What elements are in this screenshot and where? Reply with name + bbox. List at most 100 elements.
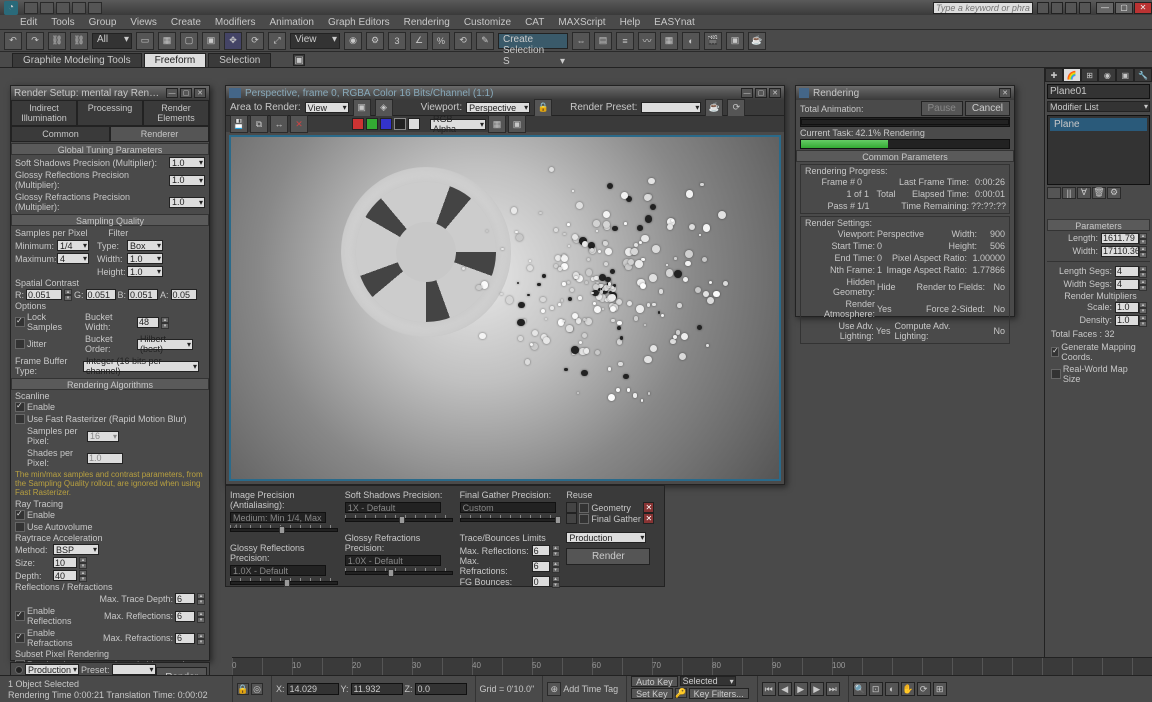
menu-modifiers[interactable]: Modifiers	[215, 17, 256, 28]
menu-animation[interactable]: Animation	[269, 17, 313, 28]
g-spin[interactable]: 0.051	[86, 289, 116, 300]
qat-btn[interactable]	[72, 2, 86, 14]
tab-display[interactable]: ▣	[1116, 68, 1134, 82]
info-icon[interactable]	[1037, 2, 1049, 14]
spinner-icon[interactable]: ▴▾	[79, 557, 87, 568]
dialog-titlebar[interactable]: Perspective, frame 0, RGBA Color 16 Bits…	[226, 86, 784, 100]
b-spin[interactable]: 0.051	[128, 289, 158, 300]
config-icon[interactable]: ⚙	[1107, 187, 1121, 199]
mrefl-spin[interactable]: 6	[532, 545, 550, 556]
unique-icon[interactable]: ∀	[1077, 187, 1091, 199]
close-icon[interactable]: ✕	[194, 88, 206, 98]
clear-icon[interactable]: ✕	[290, 115, 308, 133]
selection-filter[interactable]: All	[92, 33, 132, 49]
z-input[interactable]	[415, 683, 467, 695]
nav-zoom-icon[interactable]: 🔍	[853, 682, 867, 696]
menu-maxscript[interactable]: MAXScript	[558, 17, 605, 28]
pause-button[interactable]: Pause	[921, 101, 963, 116]
menu-easynat[interactable]: EASYnat	[654, 17, 695, 28]
render-iter-icon[interactable]: ⟳	[727, 99, 745, 117]
gf-slider[interactable]	[345, 568, 453, 578]
ip-slider[interactable]	[230, 525, 338, 535]
density-spin[interactable]: 1.0	[1115, 315, 1139, 326]
enable-rt-chk[interactable]	[15, 510, 25, 520]
render-prod-icon[interactable]: ☕	[705, 99, 723, 117]
ribbon-tab-graphite[interactable]: Graphite Modeling Tools	[12, 53, 142, 67]
mode-drop[interactable]: Production	[566, 532, 646, 543]
rollout-algo[interactable]: Rendering Algorithms	[11, 378, 209, 390]
preset-drop[interactable]	[641, 102, 701, 113]
help-icon[interactable]	[1079, 2, 1091, 14]
render-setup-icon[interactable]: 🎬	[704, 32, 722, 50]
min-drop[interactable]: 1/4	[57, 240, 89, 251]
mono-channel[interactable]	[408, 118, 420, 130]
region-icon[interactable]: ▣	[353, 99, 371, 117]
select-icon[interactable]: ▭	[136, 32, 154, 50]
mat-ed-icon[interactable]: ◐	[682, 32, 700, 50]
named-sel-dropdown[interactable]: Create Selection S	[498, 33, 568, 49]
gmc-chk[interactable]	[1051, 347, 1059, 357]
snap-icon[interactable]: 3	[388, 32, 406, 50]
ref-coord-dropdown[interactable]: View	[290, 33, 340, 49]
tab-processing[interactable]: Processing	[77, 100, 143, 126]
menu-rendering[interactable]: Rendering	[404, 17, 450, 28]
shpp-spin[interactable]: 1.0	[87, 453, 123, 464]
show-result-icon[interactable]: ||	[1062, 187, 1076, 199]
curve-ed-icon[interactable]: 〰	[638, 32, 656, 50]
area-drop[interactable]: View	[305, 102, 349, 113]
remove-mod-icon[interactable]: 🗑	[1092, 187, 1106, 199]
fgb-spin[interactable]: 0	[532, 576, 550, 587]
time-tag-icon[interactable]: ⊕	[547, 682, 561, 696]
close-btn[interactable]: ✕	[1134, 2, 1152, 14]
spinner-icon[interactable]: ▴▾	[64, 289, 72, 300]
tab-common[interactable]: Common	[11, 126, 110, 142]
red-channel[interactable]	[352, 118, 364, 130]
enrefl-chk[interactable]	[15, 611, 25, 621]
maxrefr-spin[interactable]: 6	[175, 633, 195, 644]
lock-icon[interactable]	[566, 502, 577, 513]
minimize-icon[interactable]: —	[741, 88, 753, 98]
preset-drop[interactable]	[112, 664, 156, 675]
channel-drop[interactable]: RGB Alpha	[430, 119, 486, 130]
unlink-icon[interactable]: ⛓	[70, 32, 88, 50]
height-drop[interactable]: 1.0	[127, 266, 163, 277]
tab-create[interactable]: ✚	[1045, 68, 1063, 82]
rect-select-icon[interactable]: ▢	[180, 32, 198, 50]
save-icon[interactable]: 💾	[230, 115, 248, 133]
minimize-btn[interactable]: —	[1096, 2, 1114, 14]
menu-tools[interactable]: Tools	[51, 17, 74, 28]
redo-icon[interactable]: ↷	[26, 32, 44, 50]
width-drop[interactable]: 1.0	[127, 253, 163, 264]
soft-shadows-drop[interactable]: 1.0	[169, 157, 205, 168]
menu-group[interactable]: Group	[89, 17, 117, 28]
next-frame-icon[interactable]: ▶	[810, 682, 824, 696]
rollout-global-tuning[interactable]: Global Tuning Parameters	[11, 143, 209, 155]
restore-btn[interactable]: ▢	[1115, 2, 1133, 14]
manip-icon[interactable]: ⚙	[366, 32, 384, 50]
keyfilters-button[interactable]: Key Filters...	[689, 688, 749, 699]
render-viewport[interactable]	[229, 135, 781, 481]
mrefr-spin[interactable]: 6	[532, 561, 550, 572]
spinner-icon[interactable]: ▴▾	[552, 561, 560, 572]
enrefr-chk[interactable]	[15, 633, 25, 643]
scale-spin[interactable]: 1.0	[1115, 302, 1139, 313]
fg-clear[interactable]: ✕	[643, 513, 654, 524]
nav-max-icon[interactable]: ⊞	[933, 682, 947, 696]
spp2-drop[interactable]: 16	[87, 431, 119, 442]
ribbon-expand-icon[interactable]: ▣	[293, 54, 305, 66]
rollout-common[interactable]: Common Parameters	[796, 150, 1014, 162]
rws-chk[interactable]	[1051, 369, 1061, 379]
modifier-list-drop[interactable]: Modifier List	[1047, 101, 1150, 112]
setkey-button[interactable]: Set Key	[631, 688, 673, 699]
tab-renderelem[interactable]: Render Elements	[143, 100, 209, 126]
dialog-titlebar[interactable]: Render Setup: mental ray Renderer — ▢ ✕	[11, 86, 209, 100]
render-fb-icon[interactable]: ▣	[726, 32, 744, 50]
goto-start-icon[interactable]: ⏮	[762, 682, 776, 696]
spinner-icon[interactable]: ▴▾	[197, 611, 205, 622]
size-spin[interactable]: 10	[53, 557, 77, 568]
enable-scanline-chk[interactable]	[15, 402, 25, 412]
pivot-icon[interactable]: ◉	[344, 32, 362, 50]
alpha-channel[interactable]	[394, 118, 406, 130]
modifier-stack[interactable]: Plane	[1047, 115, 1150, 185]
spinner-icon[interactable]: ▴▾	[1139, 315, 1147, 326]
